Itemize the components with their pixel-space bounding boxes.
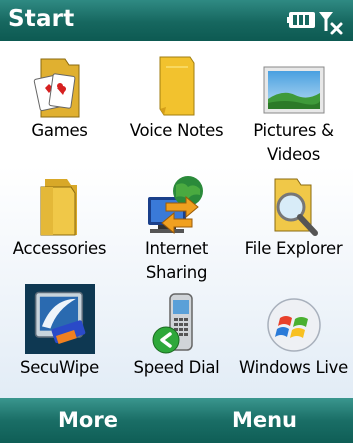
- games-folder-icon: [33, 58, 79, 118]
- app-accessories[interactable]: Accessories: [2, 165, 117, 283]
- windows-live-icon: [266, 298, 321, 352]
- app-label: Speed Dial: [133, 358, 220, 377]
- softkey-bar: More Menu: [0, 398, 353, 443]
- app-pictures-videos[interactable]: Pictures & Videos: [236, 47, 351, 165]
- page-title: Start: [8, 6, 75, 32]
- more-softkey[interactable]: More: [0, 408, 176, 432]
- battery-full-icon: [287, 12, 315, 28]
- app-label: Voice Notes: [129, 121, 224, 140]
- app-speed-dial[interactable]: Speed Dial: [119, 284, 234, 402]
- file-explorer-icon: [274, 178, 318, 236]
- speed-dial-icon: [152, 293, 193, 354]
- app-label: Pictures & Videos: [253, 121, 334, 164]
- app-label: Games: [31, 121, 88, 140]
- secuwipe-icon: [24, 284, 95, 354]
- app-file-explorer[interactable]: File Explorer: [236, 165, 351, 283]
- app-internet-sharing[interactable]: Internet Sharing: [119, 165, 234, 283]
- status-icons: [287, 12, 343, 35]
- app-label: SecuWipe: [20, 358, 99, 377]
- app-label: Internet Sharing: [144, 239, 209, 282]
- voice-notes-icon: [159, 56, 194, 116]
- app-label: Accessories: [12, 239, 107, 258]
- start-grid-area: Games Voice Notes Pictures & Videos Acce…: [0, 41, 353, 398]
- no-signal-icon: [319, 12, 343, 35]
- menu-softkey[interactable]: Menu: [176, 408, 353, 432]
- internet-sharing-icon: [147, 176, 203, 235]
- pictures-videos-icon: [263, 66, 324, 114]
- app-voice-notes[interactable]: Voice Notes: [119, 47, 234, 165]
- accessories-folder-icon: [40, 179, 77, 236]
- app-label: File Explorer: [244, 239, 343, 258]
- app-label: Windows Live: [239, 358, 348, 377]
- app-grid: Games Voice Notes Pictures & Videos Acce…: [0, 41, 353, 398]
- app-secuwipe[interactable]: SecuWipe: [2, 284, 117, 402]
- title-bar: Start: [0, 0, 353, 41]
- app-windows-live[interactable]: Windows Live: [236, 284, 351, 402]
- app-games[interactable]: Games: [2, 47, 117, 165]
